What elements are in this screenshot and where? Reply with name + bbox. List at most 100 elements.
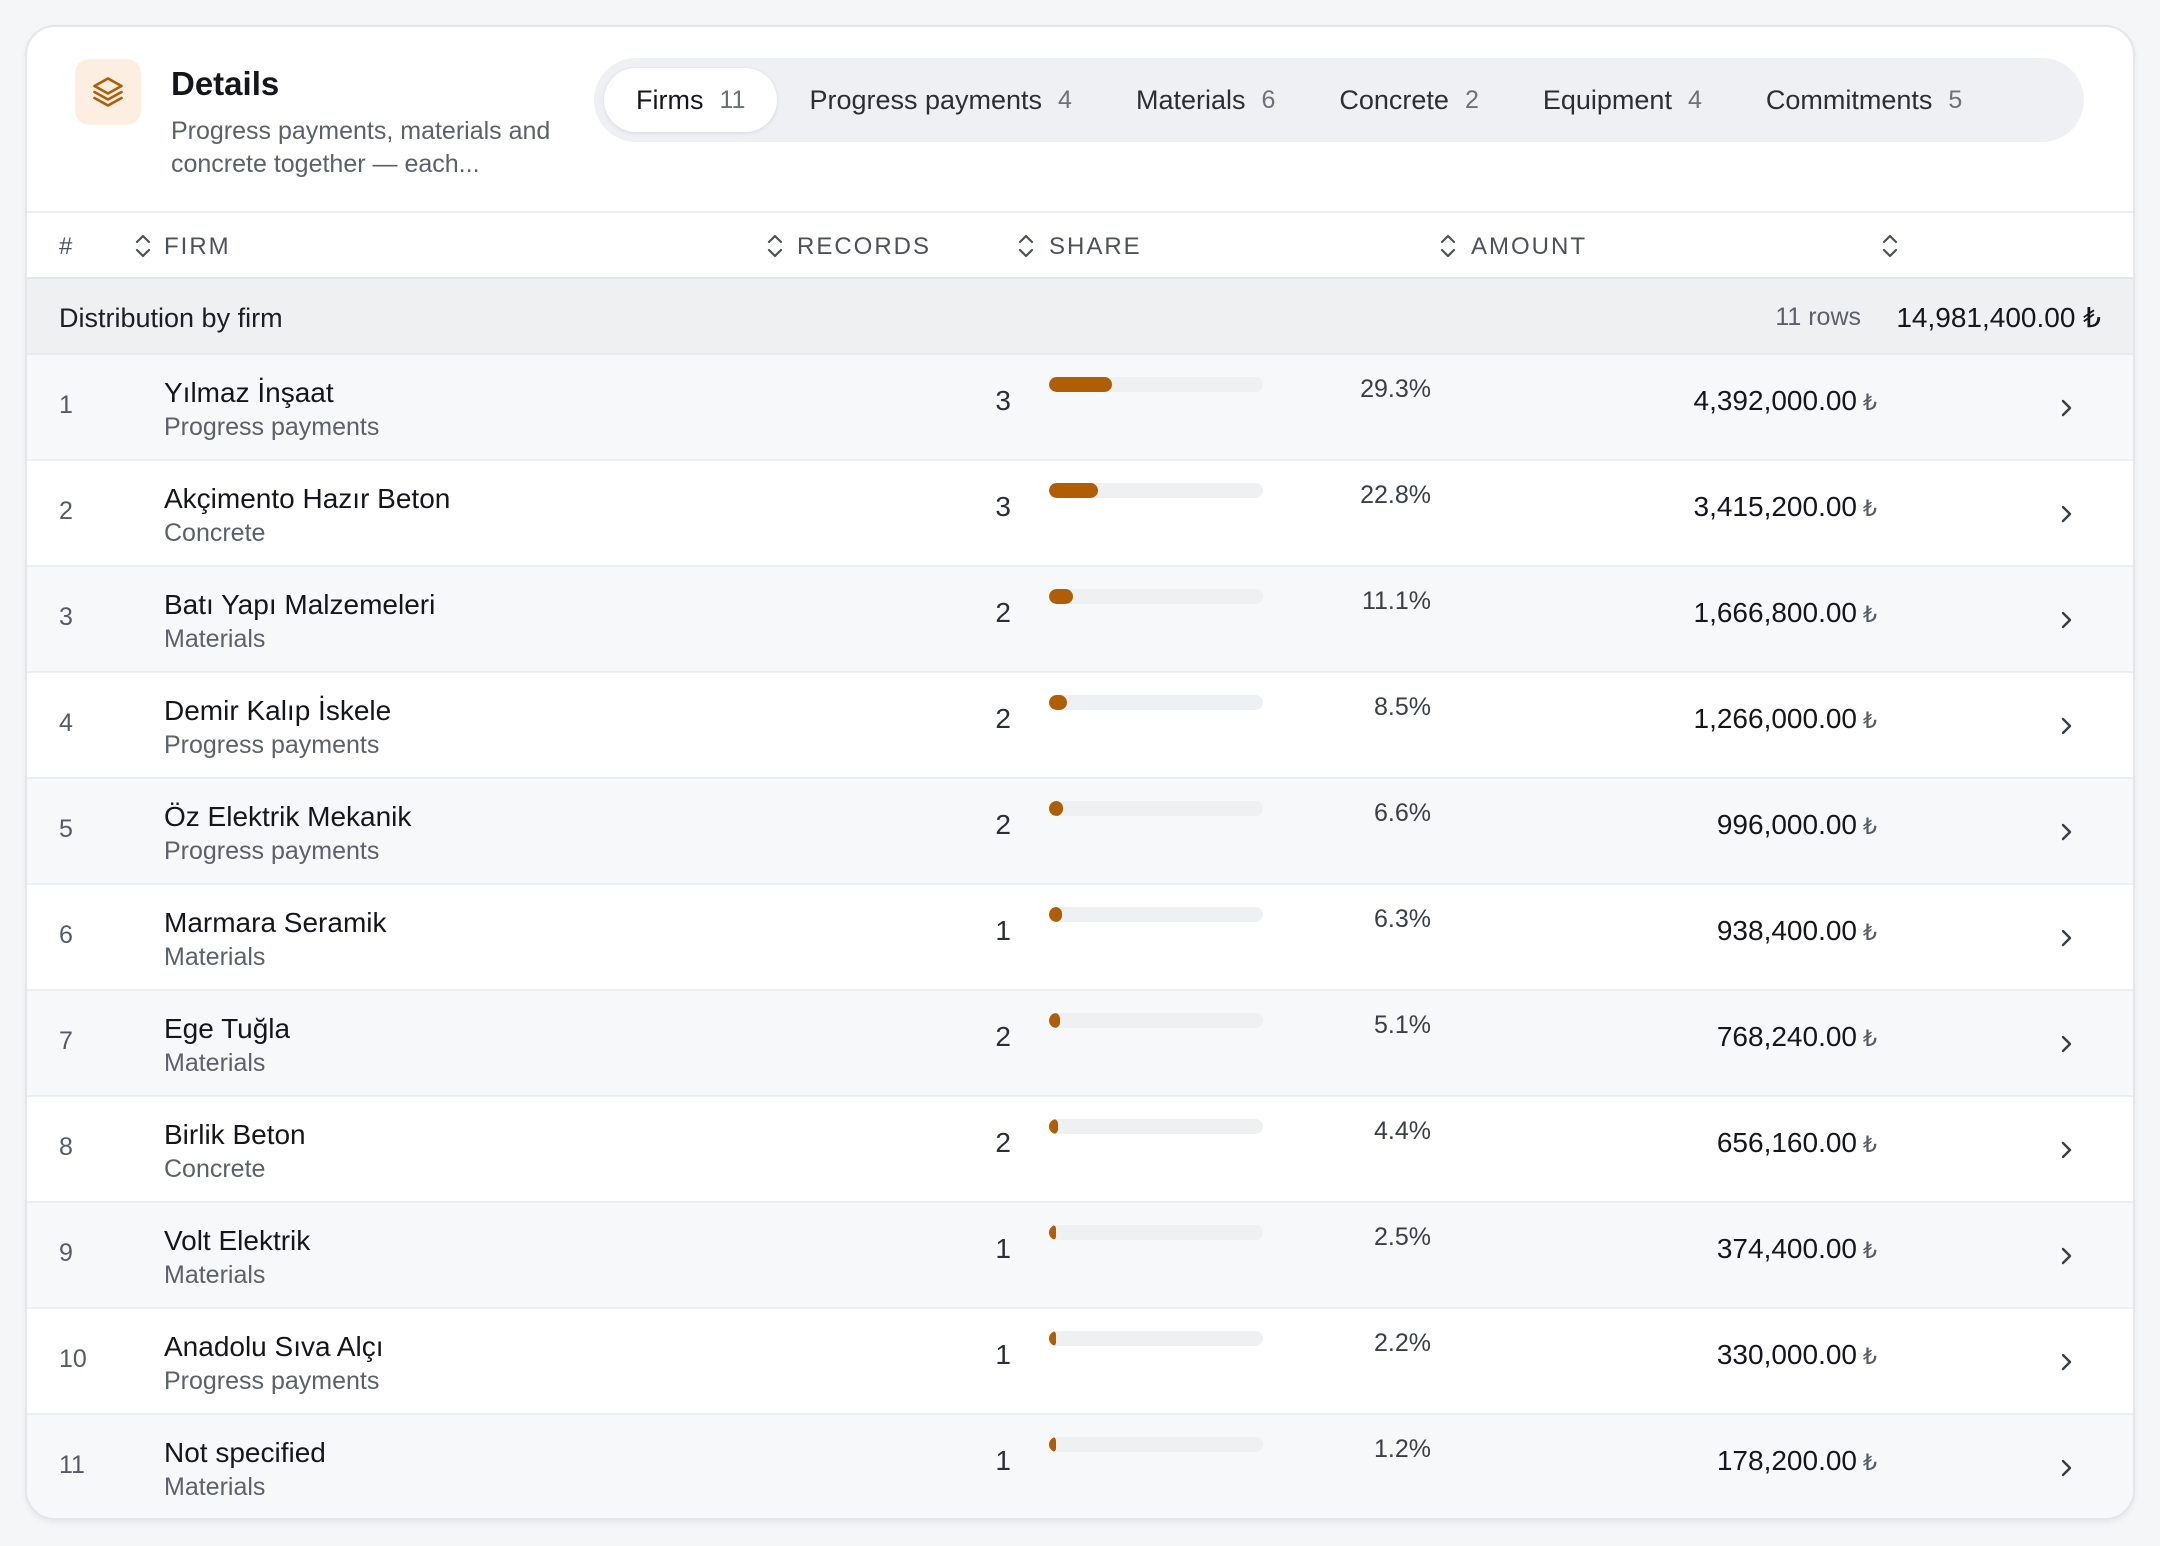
sort-icon[interactable]	[1015, 231, 1037, 261]
firm-name: Ege Tuğla	[164, 1013, 291, 1044]
tab-concrete[interactable]: Concrete 2	[1307, 68, 1510, 132]
currency-symbol: ₺	[1863, 708, 1877, 733]
sort-icon[interactable]	[1437, 231, 1459, 261]
amount-value: 996,000.00	[1716, 809, 1857, 840]
currency-symbol: ₺	[1863, 1026, 1877, 1051]
chevron-right-icon[interactable]	[2057, 817, 2077, 847]
share-bar-fill	[1049, 377, 1112, 392]
records-count: 1	[995, 915, 1011, 946]
sort-icon[interactable]	[132, 231, 154, 261]
chevron-right-icon[interactable]	[2057, 499, 2077, 529]
firm-name: Marmara Seramik	[164, 907, 387, 938]
amount-value: 656,160.00	[1716, 1127, 1857, 1158]
share-bar-fill	[1049, 1437, 1057, 1452]
tab-commitments[interactable]: Commitments 5	[1734, 68, 1994, 132]
chevron-right-icon[interactable]	[2057, 1029, 2077, 1059]
tab-firms[interactable]: Firms 11	[604, 68, 778, 132]
currency-symbol: ₺	[1863, 390, 1877, 415]
column-index: #	[59, 233, 75, 260]
group-row-count: 11 rows	[1775, 303, 1861, 331]
tab-count: 4	[1058, 85, 1072, 114]
table-row[interactable]: 11 Not specified Materials 1 1.2% 178,200.00 ₺	[27, 1415, 2133, 1518]
table-row[interactable]: 9 Volt Elektrik Materials 1 2.5% 374,400.00 ₺	[27, 1203, 2133, 1309]
records-count: 2	[995, 1021, 1011, 1052]
tab-materials[interactable]: Materials 6	[1104, 68, 1307, 132]
share-percent: 6.3%	[1374, 905, 1431, 933]
amount: 1,266,000.00 ₺	[1527, 703, 1878, 735]
firm-type: Progress payments	[164, 1367, 380, 1395]
column-firm[interactable]: FIRM	[164, 233, 231, 261]
table-row[interactable]: 2 Akçimento Hazır Beton Concrete 3 22.8% 3,41…	[27, 461, 2133, 567]
row-index: 7	[59, 1027, 73, 1055]
firm-name: Akçimento Hazır Beton	[164, 483, 451, 514]
share-bar-fill	[1049, 589, 1073, 604]
chevron-right-icon[interactable]	[2057, 605, 2077, 635]
records-count: 2	[995, 1127, 1011, 1158]
chevron-right-icon[interactable]	[2057, 1347, 2077, 1377]
column-share[interactable]: SHARE	[1049, 233, 1142, 261]
table-row[interactable]: 4 Demir Kalıp İskele Progress payments 2 8.5…	[27, 673, 2133, 779]
group-label: Distribution by firm	[59, 303, 283, 333]
sort-icon[interactable]	[1879, 231, 1901, 261]
column-amount[interactable]: AMOUNT	[1471, 233, 1587, 261]
share-percent: 22.8%	[1360, 481, 1431, 509]
share-bar-fill	[1049, 483, 1098, 498]
amount: 656,160.00 ₺	[1527, 1127, 1877, 1159]
table-row[interactable]: 10 Anadolu Sıva Alçı Progress payments 1 2.2…	[27, 1309, 2133, 1415]
firm-type: Concrete	[164, 519, 266, 547]
amount-value: 178,200.00	[1716, 1445, 1857, 1476]
row-index: 4	[59, 709, 73, 737]
row-index: 11	[59, 1451, 85, 1479]
tab-count: 6	[1261, 85, 1276, 114]
share-percent: 11.1%	[1361, 587, 1431, 615]
share-bar	[1049, 907, 1263, 922]
currency-symbol: ₺	[1863, 1450, 1877, 1475]
tab-progress-payments[interactable]: Progress payments 4	[777, 68, 1104, 132]
column-records[interactable]: RECORDS	[797, 233, 931, 261]
chevron-right-icon[interactable]	[2057, 1135, 2077, 1165]
firm-type: Materials	[164, 625, 266, 653]
share-percent: 4.4%	[1374, 1117, 1431, 1145]
table-row[interactable]: 7 Ege Tuğla Materials 2 5.1% 768,240.00 ₺	[27, 991, 2133, 1097]
table-row[interactable]: 3 Batı Yapı Malzemeleri Materials 2 11.1% 1,6…	[27, 567, 2133, 673]
share-bar	[1049, 1331, 1263, 1346]
currency-symbol: ₺	[1863, 920, 1877, 945]
share-bar	[1049, 1119, 1263, 1134]
table-row[interactable]: 6 Marmara Seramik Materials 1 6.3% 938,400.00…	[27, 885, 2133, 991]
row-index: 2	[59, 497, 73, 525]
chevron-right-icon[interactable]	[2057, 923, 2077, 953]
currency-symbol: ₺	[1863, 602, 1877, 627]
tab-label: Progress payments	[809, 84, 1043, 115]
share-bar-fill	[1049, 1119, 1059, 1134]
records-count: 2	[995, 809, 1011, 840]
share-bar-fill	[1049, 907, 1063, 922]
table-row[interactable]: 5 Öz Elektrik Mekanik Progress payments 2 6.…	[27, 779, 2133, 885]
amount-value: 3,415,200.00	[1693, 491, 1858, 522]
tab-count: 4	[1687, 85, 1702, 114]
share-bar	[1049, 695, 1263, 710]
sort-icon[interactable]	[764, 231, 786, 261]
share-bar	[1049, 1225, 1263, 1240]
chevron-right-icon[interactable]	[2057, 1241, 2077, 1271]
amount: 4,392,000.00 ₺	[1527, 385, 1878, 417]
amount: 3,415,200.00 ₺	[1527, 491, 1878, 523]
amount-value: 374,400.00	[1716, 1233, 1857, 1264]
tab-equipment[interactable]: Equipment 4	[1511, 68, 1734, 132]
tab-label: Concrete	[1339, 84, 1449, 115]
share-percent: 29.3%	[1360, 375, 1431, 403]
currency-symbol: ₺	[1863, 1344, 1877, 1369]
card-header: Details Progress payments, materials and…	[27, 27, 2133, 213]
records-count: 1	[995, 1445, 1011, 1476]
chevron-right-icon[interactable]	[2057, 711, 2077, 741]
share-bar-fill	[1049, 1225, 1057, 1240]
share-bar	[1049, 801, 1263, 816]
share-bar	[1049, 483, 1263, 498]
chevron-right-icon[interactable]	[2057, 393, 2077, 423]
row-index: 8	[59, 1133, 73, 1161]
share-bar	[1049, 377, 1263, 392]
table-row[interactable]: 1 Yılmaz İnşaat Progress payments 3 29.3% 4,3…	[27, 355, 2133, 461]
page-title: Details	[171, 65, 280, 102]
chevron-right-icon[interactable]	[2057, 1453, 2077, 1483]
table-row[interactable]: 8 Birlik Beton Concrete 2 4.4% 656,160.00 ₺	[27, 1097, 2133, 1203]
currency-symbol: ₺	[1863, 496, 1877, 521]
